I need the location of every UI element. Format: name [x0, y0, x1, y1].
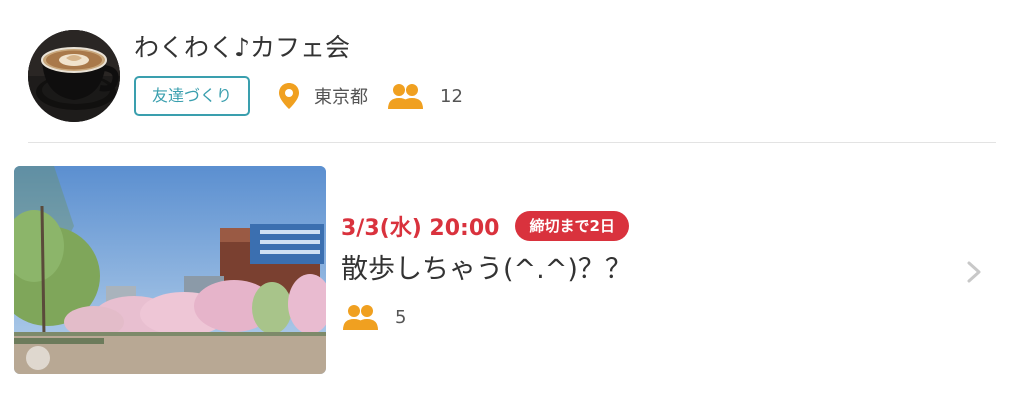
group-location: 東京都 [314, 87, 368, 108]
people-icon [343, 305, 378, 330]
coffee-cup-photo [28, 30, 120, 122]
group-header[interactable]: わくわく♪カフェ会 友達づくり 東京都 12 [28, 30, 988, 122]
event-date: 3/3(水) 20:00 [341, 216, 500, 241]
event-member-count: 5 [395, 306, 407, 328]
map-pin-icon [279, 83, 299, 109]
group-name[interactable]: わくわく♪カフェ会 [134, 32, 350, 64]
people-icon [388, 84, 423, 109]
divider [28, 142, 996, 143]
event-card[interactable]: 3/3(水) 20:00 締切まで2日 散歩しちゃう(^.^)？？ 5 [14, 166, 1004, 376]
event-meta: 5 [341, 302, 406, 332]
group-meta: 東京都 12 [278, 78, 463, 114]
event-title[interactable]: 散歩しちゃう(^.^)？？ [341, 252, 632, 288]
group-member-count: 12 [440, 85, 463, 107]
event-thumbnail [14, 166, 326, 374]
group-avatar[interactable] [28, 30, 120, 122]
park-cherry-blossom-photo [14, 166, 326, 374]
category-tag[interactable]: 友達づくり [134, 76, 251, 116]
group-event-list: わくわく♪カフェ会 友達づくり 東京都 12 3/3(水) 20:00 締切まで… [0, 0, 1024, 408]
event-date-row: 3/3(水) 20:00 締切まで2日 [341, 210, 629, 242]
chevron-right-icon[interactable] [964, 260, 984, 284]
deadline-badge: 締切まで2日 [515, 211, 629, 241]
